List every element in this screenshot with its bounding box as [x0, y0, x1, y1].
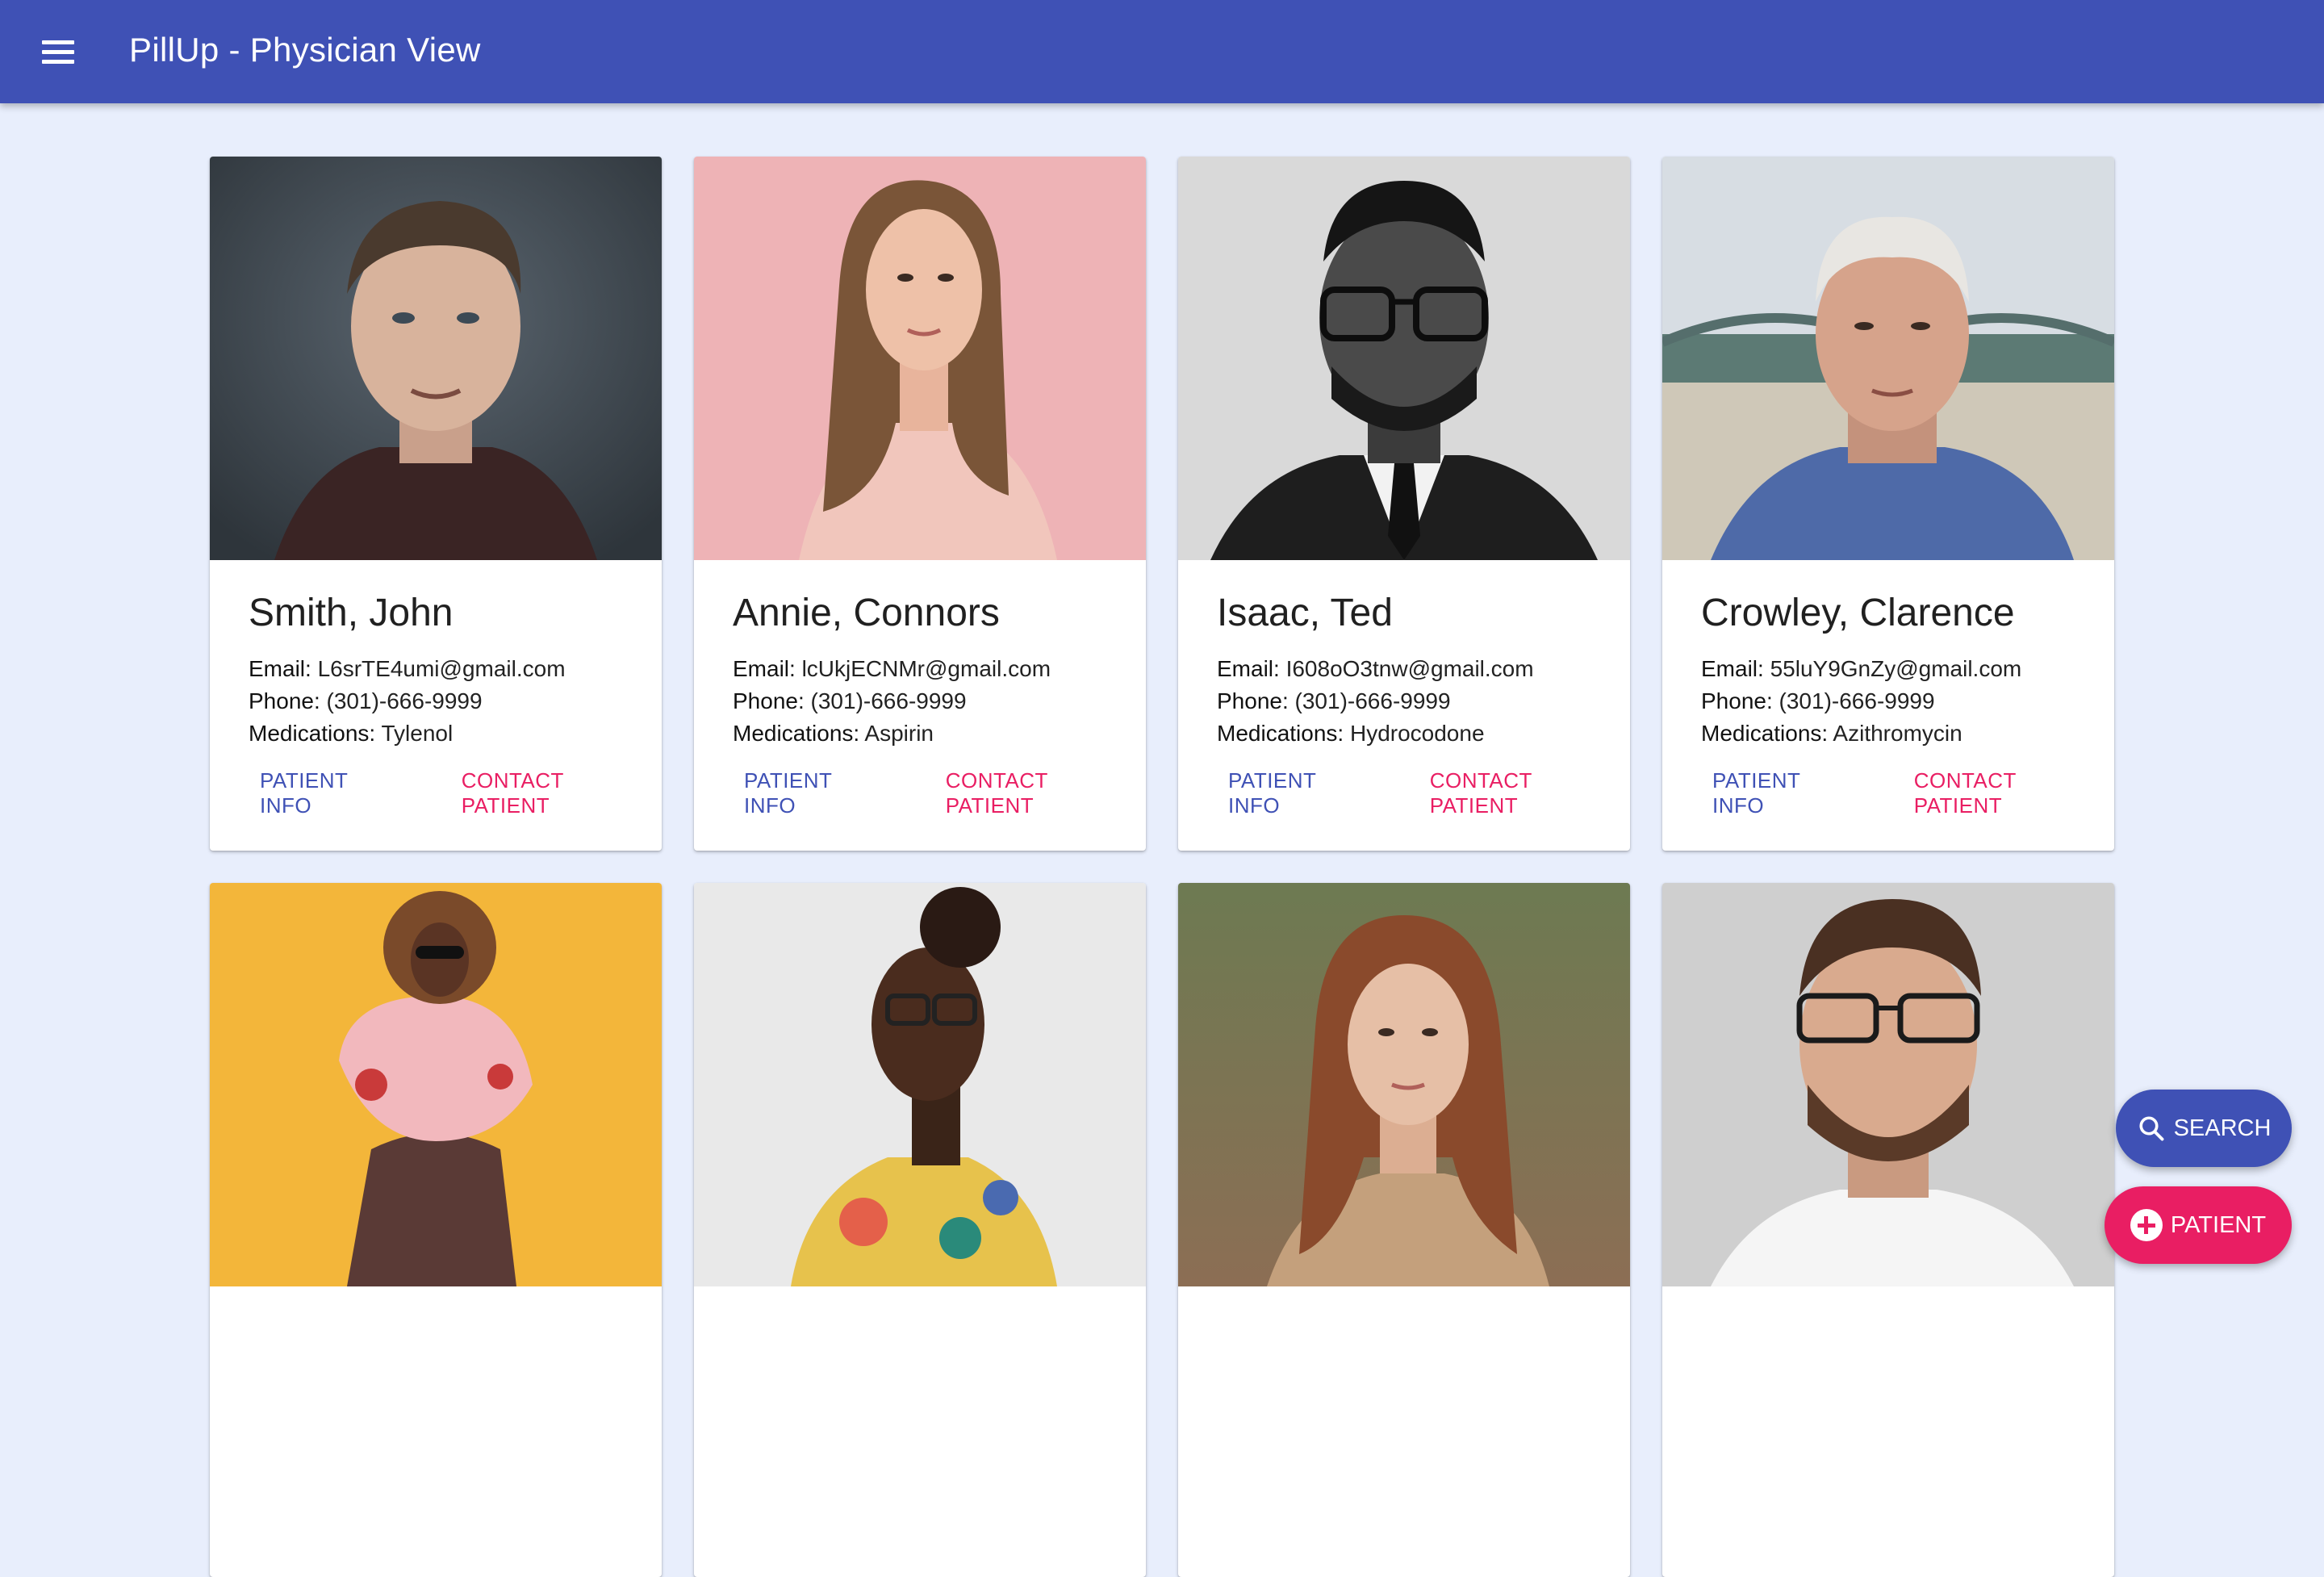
patient-photo — [1662, 883, 2114, 1286]
patient-email: Email: L6srTE4umi@gmail.com — [249, 656, 566, 681]
patient-card — [1178, 883, 1630, 1577]
patient-card — [210, 883, 662, 1577]
patient-phone: Phone: (301)-666-9999 — [1701, 688, 1935, 713]
patient-email: Email: I608oO3tnw@gmail.com — [1217, 656, 1534, 681]
add-patient-label: PATIENT — [2170, 1211, 2267, 1238]
menu-icon[interactable] — [37, 32, 79, 71]
contact-patient-button[interactable]: CONTACT PATIENT — [450, 762, 662, 825]
contact-patient-button[interactable]: CONTACT PATIENT — [1903, 762, 2114, 825]
app-title: PillUp - Physician View — [129, 31, 481, 69]
patient-photo — [210, 883, 662, 1286]
patient-medications: Medications: Tylenol — [249, 721, 454, 746]
contact-patient-button[interactable]: CONTACT PATIENT — [934, 762, 1146, 825]
patient-photo — [1178, 883, 1630, 1286]
patient-photo — [210, 157, 662, 560]
search-button[interactable]: SEARCH — [2116, 1090, 2292, 1167]
add-icon — [2130, 1209, 2163, 1241]
patient-photo — [1662, 157, 2114, 560]
patient-name: Annie, Connors — [733, 592, 1000, 634]
patient-info-button[interactable]: PATIENT INFO — [249, 762, 412, 825]
patient-name: Isaac, Ted — [1217, 592, 1393, 634]
patient-photo — [694, 883, 1146, 1286]
patient-grid: Smith, John Email: L6srTE4umi@gmail.com … — [210, 157, 2114, 1577]
patient-medications: Medications: Aspirin — [733, 721, 934, 746]
patient-info-button[interactable]: PATIENT INFO — [1701, 762, 1864, 825]
patient-photo — [694, 157, 1146, 560]
patient-info-button[interactable]: PATIENT INFO — [1217, 762, 1380, 825]
add-patient-button[interactable]: PATIENT — [2105, 1186, 2292, 1264]
search-button-label: SEARCH — [2173, 1115, 2272, 1141]
patient-name: Crowley, Clarence — [1701, 592, 2015, 634]
patient-email: Email: lcUkjECNMr@gmail.com — [733, 656, 1051, 681]
contact-patient-button[interactable]: CONTACT PATIENT — [1419, 762, 1630, 825]
patient-photo — [1178, 157, 1630, 560]
patient-phone: Phone: (301)-666-9999 — [733, 688, 967, 713]
patient-email: Email: 55luY9GnZy@gmail.com — [1701, 656, 2022, 681]
patient-medications: Medications: Hydrocodone — [1217, 721, 1485, 746]
patient-card: Isaac, Ted Email: I608oO3tnw@gmail.com P… — [1178, 157, 1630, 851]
patient-card: Crowley, Clarence Email: 55luY9GnZy@gmai… — [1662, 157, 2114, 851]
patient-phone: Phone: (301)-666-9999 — [249, 688, 483, 713]
patient-card: Smith, John Email: L6srTE4umi@gmail.com … — [210, 157, 662, 851]
patient-name: Smith, John — [249, 592, 454, 634]
patient-info-button[interactable]: PATIENT INFO — [733, 762, 896, 825]
app-bar: PillUp - Physician View — [0, 0, 2324, 103]
patient-card: Annie, Connors Email: lcUkjECNMr@gmail.c… — [694, 157, 1146, 851]
search-icon — [2139, 1116, 2164, 1141]
patient-card — [694, 883, 1146, 1577]
patient-medications: Medications: Azithromycin — [1701, 721, 1962, 746]
patient-card — [1662, 883, 2114, 1577]
patient-phone: Phone: (301)-666-9999 — [1217, 688, 1451, 713]
